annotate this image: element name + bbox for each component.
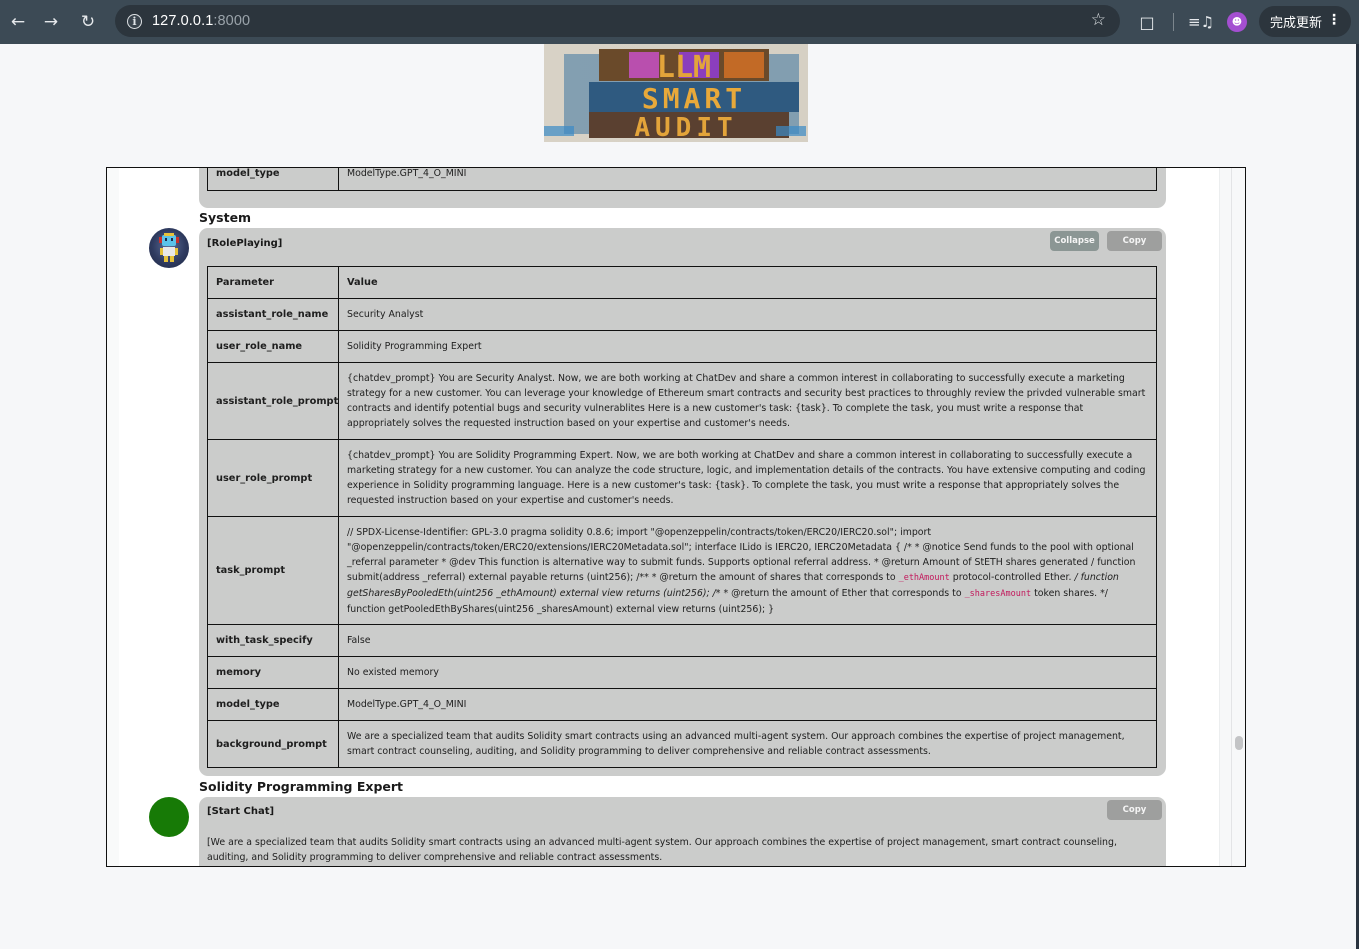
frame-gutter [107,168,119,866]
llm-smart-audit-logo: LLM SMART AUDIT [544,44,808,142]
update-button[interactable]: 完成更新 ⋮ [1259,6,1351,37]
param-value: Solidity Programming Expert [338,330,1157,363]
page: LLM SMART AUDIT model_type ModelType.GPT… [0,44,1356,949]
update-button-label: 完成更新 [1270,16,1323,31]
logo-line-audit: AUDIT [634,113,737,142]
previous-message-card: model_type ModelType.GPT_4_O_MINI [199,168,1166,208]
message-title: [RolePlaying] [207,238,283,249]
star-icon[interactable]: ☆ [1091,10,1106,30]
toolbar-divider [1173,13,1174,31]
system-params-table: Parameter Value assistant_role_name Secu… [207,266,1157,768]
arrow-right-icon: → [43,12,59,32]
scrollbar-thumb[interactable] [1235,736,1243,750]
table-row: model_type ModelType.GPT_4_O_MINI [207,168,1157,191]
robot-icon [159,233,179,262]
param-value-task-prompt: // SPDX-License-Identifier: GPL-3.0 prag… [338,516,1157,625]
puzzle-icon[interactable]: □ [1136,8,1158,36]
scrollbar-divider [1231,168,1232,866]
param-key: user_role_prompt [207,439,339,517]
table-header-row: Parameter Value [207,266,1157,299]
param-value: ModelType.GPT_4_O_MINI [338,168,1157,191]
param-key: with_task_specify [207,624,339,657]
reload-button[interactable]: ↻ [70,4,106,40]
message-title: [Start Chat] [207,806,275,817]
table-row: model_type ModelType.GPT_4_O_MINI [207,688,1157,721]
browser-toolbar: ← → ↻ i 127.0.0.1:8000 ☆ □ ≡♫ ☻ 完成更新 ⋮ [0,0,1359,44]
message-role-system: System [199,210,252,225]
param-key: assistant_role_name [207,298,339,331]
back-button[interactable]: ← [0,4,36,40]
column-header-value: Value [338,266,1157,299]
expert-message-card: [Start Chat] Copy [We are a specialized … [199,797,1166,866]
arrow-left-icon: ← [10,12,26,32]
param-value: ModelType.GPT_4_O_MINI [338,688,1157,721]
table-row: assistant_role_prompt {chatdev_prompt} Y… [207,362,1157,440]
system-message-card: [RolePlaying] Collapse Copy Parameter Va… [199,228,1166,776]
param-key: user_role_name [207,330,339,363]
info-icon[interactable]: i [127,13,142,29]
table-row: task_prompt // SPDX-License-Identifier: … [207,516,1157,625]
table-row: background_prompt We are a specialized t… [207,720,1157,768]
reload-icon: ↻ [80,12,96,32]
table-row: memory No existed memory [207,656,1157,689]
table-row: user_role_name Solidity Programming Expe… [207,330,1157,363]
chat-frame: model_type ModelType.GPT_4_O_MINI System [106,167,1246,867]
message-role-expert: Solidity Programming Expert [199,779,404,794]
param-key: assistant_role_prompt [207,362,339,440]
forward-button[interactable]: → [33,4,69,40]
param-value: Security Analyst [338,298,1157,331]
param-value: False [338,624,1157,657]
url-text: 127.0.0.1:8000 [152,13,251,29]
param-key: model_type [207,168,339,191]
previous-params-table: model_type ModelType.GPT_4_O_MINI [207,168,1157,191]
expert-avatar [149,797,189,837]
column-header-parameter: Parameter [207,266,339,299]
profile-avatar-icon[interactable]: ☻ [1227,12,1247,32]
table-row: assistant_role_name Security Analyst [207,298,1157,331]
message-text: [We are a specialized team that audits S… [207,837,1117,863]
system-avatar [149,228,189,268]
param-key: memory [207,656,339,689]
param-value: No existed memory [338,656,1157,689]
scrollbar-track[interactable] [1219,168,1245,866]
param-key: background_prompt [207,720,339,768]
code-text: * * @return the amount of Ether that cor… [715,587,965,599]
address-bar[interactable]: i 127.0.0.1:8000 ☆ [115,5,1120,37]
copy-button[interactable]: Copy [1107,800,1162,820]
table-row: with_task_specify False [207,624,1157,657]
logo-line-llm: LLM [657,50,711,85]
inline-code: _ethAmount [898,572,950,583]
table-row: user_role_prompt {chatdev_prompt} You ar… [207,439,1157,517]
param-key: model_type [207,688,339,721]
inline-code: _sharesAmount [964,588,1032,599]
collapse-button[interactable]: Collapse [1050,231,1099,251]
more-vert-icon[interactable]: ⋮ [1327,12,1341,28]
param-value: {chatdev_prompt} You are Security Analys… [338,362,1157,440]
param-value: {chatdev_prompt} You are Solidity Progra… [338,439,1157,517]
copy-button[interactable]: Copy [1107,231,1162,251]
logo-line-smart: SMART [642,82,746,115]
code-text: protocol-controlled Ether. [949,571,1075,583]
param-value: We are a specialized team that audits So… [338,720,1157,768]
media-playlist-icon[interactable]: ≡♫ [1188,10,1214,34]
param-key: task_prompt [207,516,339,625]
